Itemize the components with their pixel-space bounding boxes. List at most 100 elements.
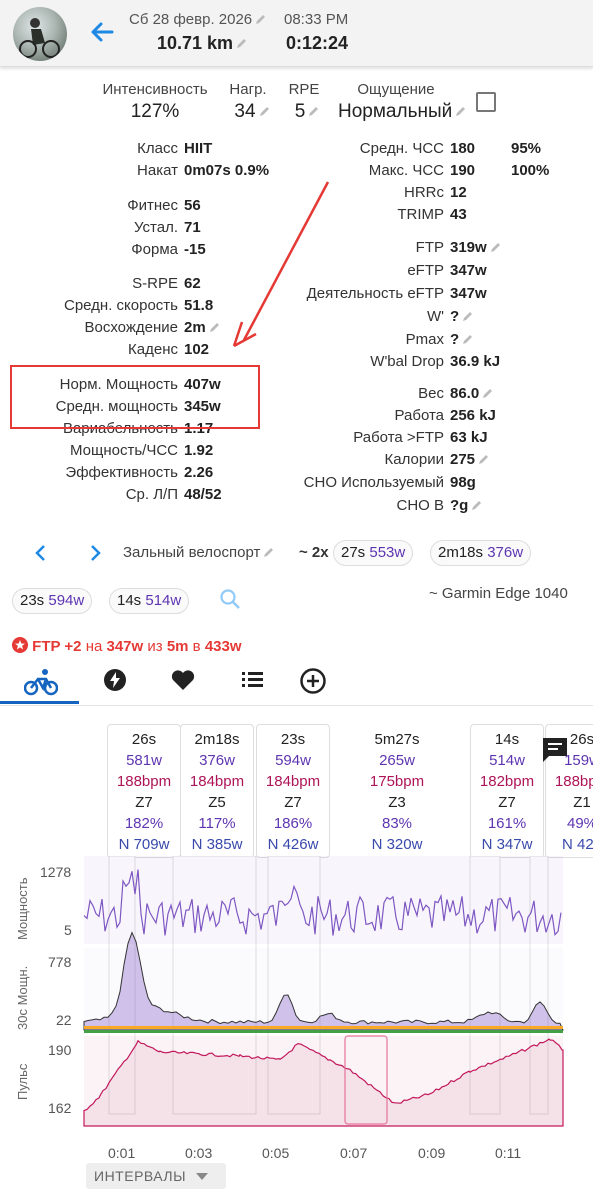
- interval-card[interactable]: 14s 514w 182bpm Z7 161% N 347w: [470, 724, 544, 858]
- stat-label: Средн. скорость: [63, 297, 178, 314]
- stat-label: eFTP: [407, 262, 444, 279]
- interval-zone: Z7: [284, 794, 302, 811]
- edit-pencil-icon[interactable]: [307, 106, 319, 118]
- feeling-value[interactable]: Нормальный: [338, 101, 468, 123]
- interval-dur: 26s: [131, 731, 157, 748]
- stat-label: CHO Используемый: [303, 474, 444, 491]
- stat-value-text: 51.8: [184, 297, 214, 314]
- activity-date: Сб 28 февр. 2026: [129, 11, 266, 28]
- feeling-label: Ощущение: [357, 81, 435, 98]
- tab-list-icon[interactable]: [240, 667, 270, 697]
- interval-dur: 23s: [280, 731, 306, 748]
- stat-value-text: HIIT: [184, 140, 213, 157]
- stat-label: Устал.: [134, 219, 178, 236]
- stat-value[interactable]: 2m: [184, 319, 220, 336]
- edit-pencil-icon[interactable]: [477, 454, 489, 466]
- stat-value-text: ?g: [450, 497, 469, 514]
- edit-pencil-icon[interactable]: [489, 242, 501, 254]
- edit-pencil-icon[interactable]: [470, 500, 482, 512]
- edit-pencil-icon[interactable]: [454, 106, 466, 118]
- stat-value[interactable]: ?: [450, 308, 473, 325]
- stat-label: W'bal Drop: [370, 353, 444, 370]
- edit-pencil-icon[interactable]: [481, 388, 493, 400]
- stat-value-text: 180: [450, 140, 476, 157]
- prev-activity-icon[interactable]: [31, 543, 51, 563]
- hr-tick-min: 162: [48, 1100, 72, 1116]
- stat-value[interactable]: 275: [450, 451, 489, 468]
- rpe-value[interactable]: 5: [285, 101, 329, 123]
- edit-pencil-icon[interactable]: [208, 322, 220, 334]
- x-tick: 0:01: [108, 1145, 136, 1161]
- interval-chip[interactable]: 2m18s 376w: [430, 540, 532, 566]
- edit-pencil-icon[interactable]: [254, 14, 266, 26]
- interval-card[interactable]: 26s 581w 188bpm Z7 182% N 709w: [107, 724, 181, 858]
- intensity-value: 127%: [130, 101, 180, 122]
- search-icon[interactable]: [218, 587, 242, 611]
- edit-pencil-icon[interactable]: [461, 311, 473, 323]
- interval-hr: 182bpm: [479, 773, 535, 790]
- stat-value: 43: [450, 206, 467, 223]
- stat-label: Форма: [131, 241, 178, 258]
- interval-chip[interactable]: 27s 553w: [333, 540, 414, 566]
- stat-value-text: 86.0: [450, 385, 480, 402]
- chart-tabs: [0, 663, 593, 706]
- activity-charts[interactable]: [0, 856, 593, 1146]
- edit-pencil-icon[interactable]: [258, 106, 270, 118]
- repeat-prefix: ~ 2x: [299, 544, 329, 561]
- stat-value: 190: [450, 162, 475, 179]
- stat-label: Фитнес: [127, 197, 178, 214]
- stat-label: Работа >FTP: [353, 429, 444, 446]
- x-tick: 0:09: [418, 1145, 446, 1161]
- load-value[interactable]: 34: [226, 101, 278, 123]
- interval-zone: Z7: [498, 794, 516, 811]
- chevron-down-icon: [196, 1173, 209, 1180]
- stat-extra: 95%: [511, 140, 542, 157]
- rpe-label: RPE: [288, 81, 320, 98]
- feeling-checkbox[interactable]: [476, 92, 496, 112]
- device-name: ~ Garmin Edge 1040: [429, 585, 568, 602]
- intervals-dropdown[interactable]: ИНТЕРВАЛЫ: [86, 1163, 226, 1189]
- stat-value-text: 63 kJ: [450, 429, 488, 446]
- edit-pencil-icon[interactable]: [461, 334, 473, 346]
- activity-header: Сб 28 февр. 2026 08:33 PM 10.71 km 0:12:…: [0, 0, 593, 67]
- interval-card[interactable]: 2m18s 376w 184bpm Z5 117% N 385w: [180, 724, 254, 858]
- activity-type[interactable]: Зальный велоспорт: [123, 544, 274, 561]
- stat-value-text: 43: [450, 206, 467, 223]
- interval-chip[interactable]: 14s 514w: [109, 588, 190, 614]
- interval-card[interactable]: 5m27s 265w 175bpm Z3 83% N 320w: [334, 724, 460, 858]
- stat-value-text: 71: [184, 219, 201, 236]
- interval-chip[interactable]: 23s 594w: [12, 588, 93, 614]
- edit-pencil-icon[interactable]: [262, 547, 274, 559]
- tab-add-icon[interactable]: [299, 667, 329, 697]
- stat-value-text: 2m: [184, 319, 206, 336]
- stat-label: Эффективность: [65, 464, 178, 481]
- stat-label: CHO В: [396, 497, 444, 514]
- stat-label: Класс: [137, 140, 178, 157]
- zone-bar-green: [84, 1030, 563, 1033]
- stat-value[interactable]: ?: [450, 331, 473, 348]
- power-tick-max: 1278: [40, 864, 72, 880]
- stat-value[interactable]: 86.0: [450, 385, 493, 402]
- interval-card[interactable]: 23s 594w 184bpm Z7 186% N 426w: [256, 724, 330, 858]
- interval-zone: Z5: [208, 794, 226, 811]
- stat-value: 2.26: [184, 464, 213, 481]
- stat-value: 12: [450, 184, 467, 201]
- interval-hr: 188bpm: [116, 773, 172, 790]
- stat-label: S-RPE: [132, 275, 178, 292]
- stat-value[interactable]: ?g: [450, 497, 482, 514]
- next-activity-icon[interactable]: [85, 543, 105, 563]
- interval-np: N 320w: [371, 836, 423, 853]
- hr-axis-label: Пульс: [15, 1063, 30, 1100]
- tab-bike-icon[interactable]: [23, 667, 59, 697]
- stat-value-text: -15: [184, 241, 206, 258]
- tab-heart-icon[interactable]: [170, 667, 200, 697]
- edit-pencil-icon[interactable]: [235, 38, 247, 50]
- comment-icon[interactable]: [540, 735, 570, 765]
- back-arrow-icon[interactable]: [88, 18, 116, 46]
- tab-power-icon[interactable]: [102, 667, 132, 697]
- interval-hr: 175bpm: [369, 773, 425, 790]
- stat-value-text: 190: [450, 162, 476, 179]
- stat-label: Вес: [418, 385, 444, 402]
- stat-value[interactable]: 319w: [450, 239, 501, 256]
- athlete-avatar[interactable]: [13, 7, 67, 61]
